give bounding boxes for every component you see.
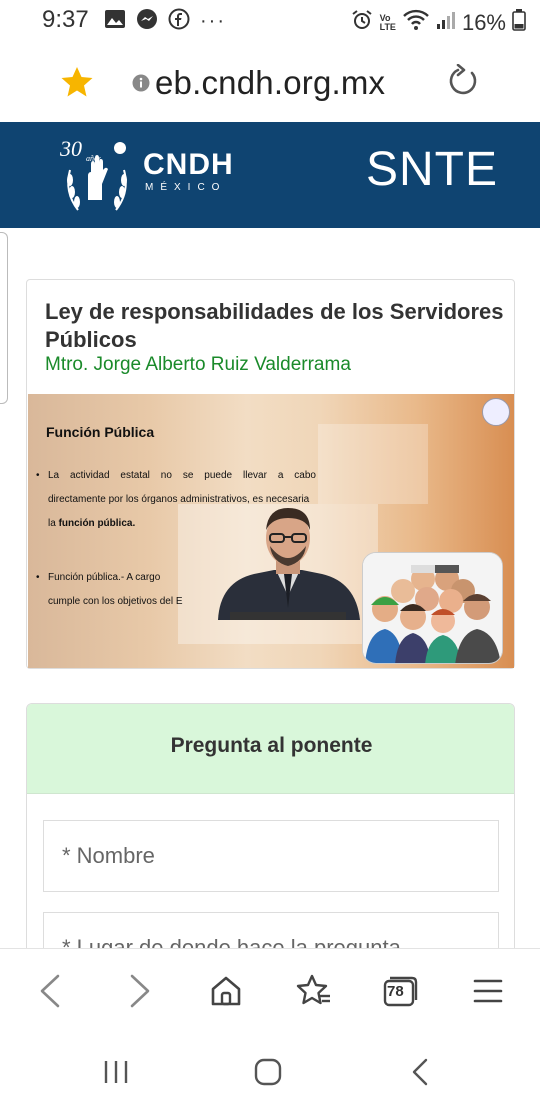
more-notifications-icon: ···: [200, 10, 226, 32]
status-time: 9:37: [42, 6, 89, 33]
slide-logo-badge: [482, 398, 510, 426]
name-input[interactable]: [44, 821, 498, 891]
system-nav-bar: [0, 1032, 540, 1110]
tabs-icon[interactable]: 78: [378, 969, 422, 1013]
status-bar: 9:37 ··· Vo LTE 16%: [0, 0, 540, 44]
recent-apps-icon[interactable]: [94, 1054, 138, 1090]
home-icon[interactable]: [204, 969, 248, 1013]
slide-title: Función Pública: [46, 424, 155, 440]
back-icon[interactable]: [28, 969, 72, 1013]
speaker-name: Mtro. Jorge Alberto Ruiz Valderrama: [45, 354, 351, 375]
site-title: SNTE: [366, 143, 499, 196]
logo-name: CNDH: [143, 148, 234, 181]
conference-title: Ley de responsabilidades de los Servidor…: [45, 299, 504, 352]
logo-country: MÉXICO: [145, 182, 227, 193]
menu-icon[interactable]: [466, 969, 510, 1013]
reload-icon[interactable]: [446, 63, 480, 103]
system-home-icon[interactable]: [246, 1054, 290, 1090]
logo-anos: años: [86, 154, 102, 163]
browser-toolbar: 78: [0, 948, 540, 1032]
slide-line: la función pública.: [48, 518, 136, 529]
slide-line: La actividad estatal no se puede llevar …: [48, 470, 316, 481]
battery-percent: 16%: [461, 10, 506, 35]
logo-anniversary: 30: [60, 136, 82, 161]
video-player[interactable]: Función Pública • La actividad estatal n…: [28, 394, 514, 668]
bookmark-star-icon[interactable]: [60, 66, 94, 103]
browser-url-bar: eb.cndh.org.mx: [0, 44, 540, 122]
conference-card: Ley de responsabilidades de los Servidor…: [26, 279, 515, 669]
site-header: 30 años CNDH MÉXICO SNTE: [0, 122, 540, 228]
signal-icon: [436, 10, 456, 36]
volte-icon: Vo LTE: [379, 13, 396, 32]
messenger-icon: [136, 8, 158, 35]
site-info-icon[interactable]: [132, 74, 150, 97]
url-text[interactable]: eb.cndh.org.mx: [155, 64, 385, 102]
slide-line: cumple con los objetivos del E: [48, 596, 183, 607]
facebook-icon: [168, 8, 190, 35]
forward-icon[interactable]: [118, 969, 162, 1013]
slide-line: Función pública.- A cargo: [48, 572, 161, 583]
bookmarks-icon[interactable]: [292, 969, 336, 1013]
slide-bullet: •: [36, 470, 40, 481]
question-form: Pregunta al ponente: [26, 703, 515, 963]
gallery-icon: [104, 9, 126, 34]
battery-icon: [512, 9, 526, 37]
speaker-video-figure: [218, 508, 360, 620]
tab-count: 78: [387, 983, 404, 1000]
alarm-icon: [350, 8, 374, 38]
side-panel-handle[interactable]: [0, 232, 8, 404]
question-form-header: Pregunta al ponente: [27, 704, 514, 794]
system-back-icon[interactable]: [398, 1054, 442, 1090]
wifi-icon: [402, 9, 430, 37]
name-field: [43, 820, 499, 892]
slide-bullet: •: [36, 572, 40, 583]
crowd-illustration: [362, 552, 503, 664]
question-form-title: Pregunta al ponente: [170, 734, 373, 757]
